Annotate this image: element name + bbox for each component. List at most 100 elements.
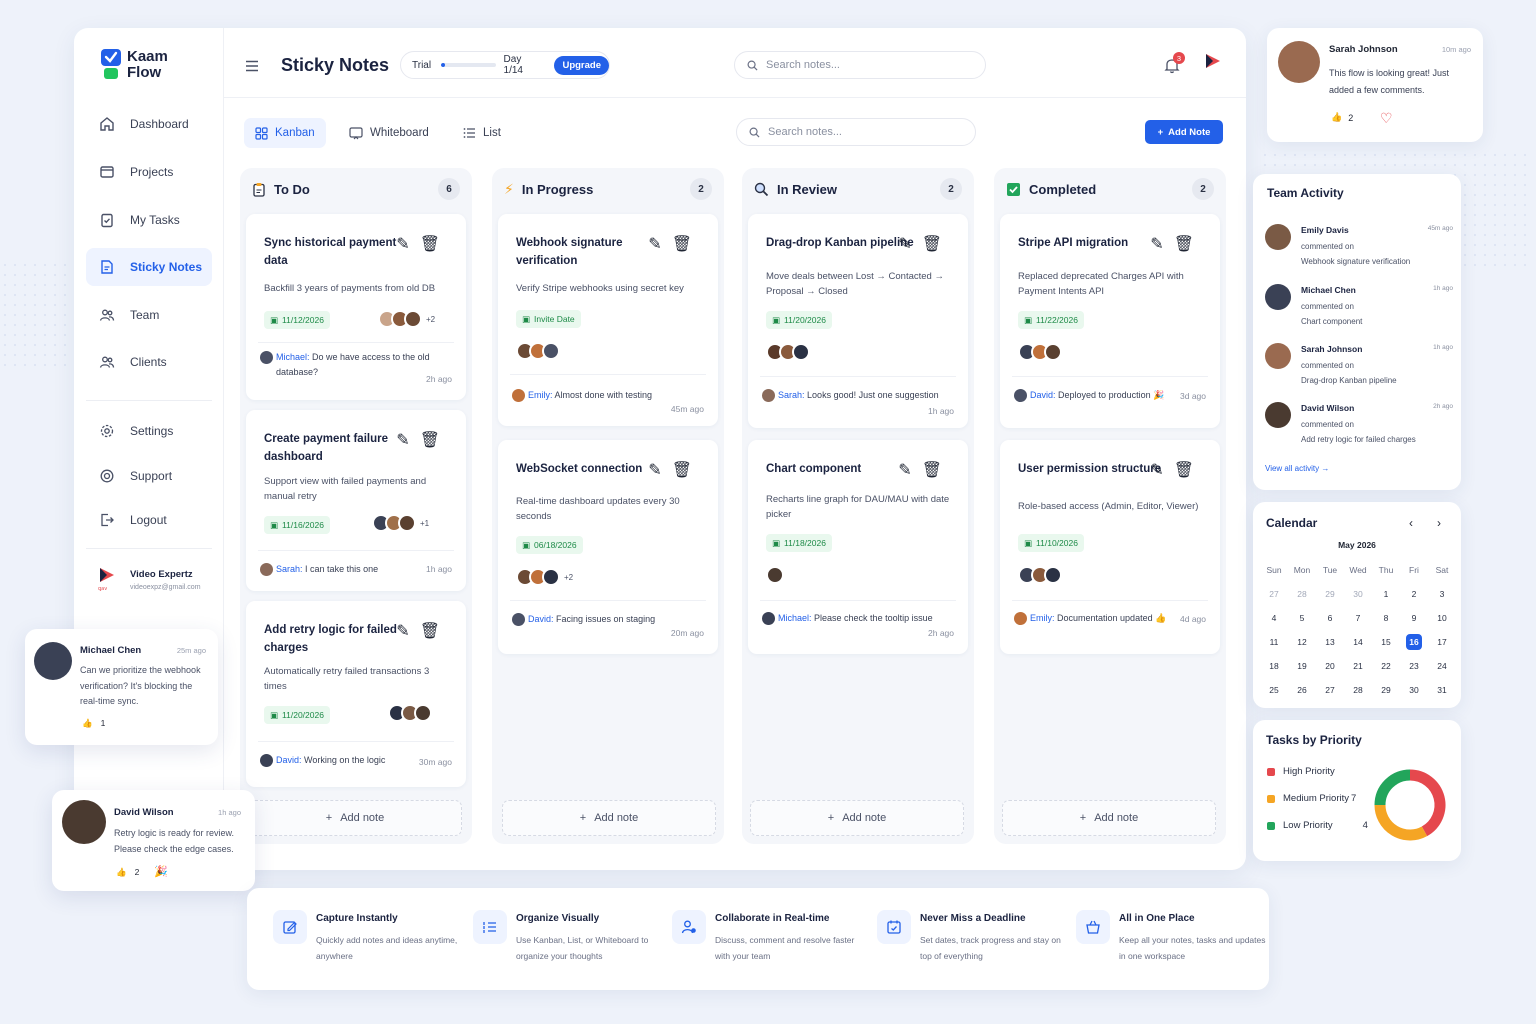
sidebar-item-projects[interactable]: Projects bbox=[86, 153, 212, 191]
note-card[interactable]: Sync historical payment data ✎ 🗑 Backfill… bbox=[246, 214, 466, 400]
trash-icon[interactable]: 🗑 bbox=[672, 234, 692, 254]
note-card[interactable]: Webhook signature verification ✎ 🗑 Verify… bbox=[498, 214, 718, 426]
activity-target: Drag-drop Kanban pipeline bbox=[1301, 376, 1397, 385]
calendar-day[interactable]: 8 bbox=[1372, 610, 1400, 626]
edit-icon[interactable]: ✎ bbox=[396, 621, 409, 641]
calendar-day[interactable]: 9 bbox=[1400, 610, 1428, 626]
calendar-day[interactable]: 12 bbox=[1288, 634, 1316, 650]
board-search-input[interactable]: Search notes... bbox=[736, 118, 976, 146]
chevron-right-icon[interactable]: › bbox=[1437, 516, 1441, 530]
heart-icon[interactable]: ♡ bbox=[1380, 110, 1393, 127]
like-button[interactable]: 👍 2 bbox=[1331, 112, 1353, 123]
add-note-button[interactable]: + Add note bbox=[248, 800, 462, 836]
calendar-day[interactable]: 16 bbox=[1406, 634, 1422, 650]
calendar-panel: Calendar ‹ › May 2026 Sun Mon Tue Wed Thu Fri… bbox=[1253, 502, 1461, 708]
calendar-day[interactable]: 30 bbox=[1400, 682, 1428, 698]
trash-icon[interactable]: 🗑 bbox=[420, 430, 440, 450]
calendar-day[interactable]: 1 bbox=[1372, 586, 1400, 602]
calendar-day[interactable]: 24 bbox=[1428, 658, 1456, 674]
sidebar-item-team[interactable]: Team bbox=[86, 296, 212, 334]
calendar-day[interactable]: 22 bbox=[1372, 658, 1400, 674]
calendar-day[interactable]: 19 bbox=[1288, 658, 1316, 674]
calendar-day[interactable]: 29 bbox=[1316, 586, 1344, 602]
trash-icon[interactable]: 🗑 bbox=[672, 460, 692, 480]
calendar-day[interactable]: 28 bbox=[1344, 682, 1372, 698]
add-note-button[interactable]: + Add Note bbox=[1145, 120, 1223, 144]
calendar-day[interactable]: 5 bbox=[1288, 610, 1316, 626]
note-card[interactable]: Drag-drop Kanban pipeline ✎ 🗑 Move deals … bbox=[748, 214, 968, 428]
sidebar-item-dashboard[interactable]: Dashboard bbox=[86, 105, 212, 143]
calendar-day[interactable]: 14 bbox=[1344, 634, 1372, 650]
calendar-day[interactable]: 28 bbox=[1288, 586, 1316, 602]
upgrade-button[interactable]: Upgrade bbox=[554, 55, 609, 75]
account-avatar[interactable] bbox=[1204, 52, 1222, 78]
edit-icon[interactable]: ✎ bbox=[648, 460, 661, 480]
view-all-activity-link[interactable]: View all activity → bbox=[1265, 464, 1329, 473]
calendar-day[interactable]: 26 bbox=[1288, 682, 1316, 698]
note-card[interactable]: Chart component ✎ 🗑 Recharts line graph f… bbox=[748, 440, 968, 654]
calendar-day[interactable]: 21 bbox=[1344, 658, 1372, 674]
tab-list[interactable]: List bbox=[452, 118, 512, 148]
calendar-day[interactable]: 23 bbox=[1400, 658, 1428, 674]
edit-icon[interactable]: ✎ bbox=[1150, 460, 1163, 480]
edit-icon[interactable]: ✎ bbox=[1150, 234, 1163, 254]
like-button[interactable]: 👍 1 bbox=[82, 718, 105, 729]
chevron-left-icon[interactable]: ‹ bbox=[1409, 516, 1413, 530]
add-note-button[interactable]: + Add note bbox=[502, 800, 716, 836]
sidebar-item-settings[interactable]: Settings bbox=[86, 412, 212, 450]
trash-icon[interactable]: 🗑 bbox=[922, 460, 942, 480]
sidebar-item-sticky-notes[interactable]: Sticky Notes bbox=[86, 248, 212, 286]
trash-icon[interactable]: 🗑 bbox=[922, 234, 942, 254]
note-card[interactable]: Add retry logic for failed charges ✎ 🗑 Au… bbox=[246, 601, 466, 787]
header-search-input[interactable]: Search notes... bbox=[734, 51, 986, 79]
calendar-day[interactable]: 31 bbox=[1428, 682, 1456, 698]
trash-icon[interactable]: 🗑 bbox=[1174, 460, 1194, 480]
sidebar-item-support[interactable]: Support bbox=[86, 457, 212, 495]
calendar-day[interactable]: 25 bbox=[1260, 682, 1288, 698]
calendar-day[interactable]: 2 bbox=[1400, 586, 1428, 602]
edit-icon[interactable]: ✎ bbox=[648, 234, 661, 254]
calendar-day[interactable]: 20 bbox=[1316, 658, 1344, 674]
note-card[interactable]: Create payment failure dashboard ✎ 🗑 Supp… bbox=[246, 410, 466, 591]
sidebar-item-clients[interactable]: Clients bbox=[86, 343, 212, 381]
note-card[interactable]: User permission structure ✎ 🗑 Role-based … bbox=[1000, 440, 1220, 654]
calendar-day[interactable]: 27 bbox=[1316, 682, 1344, 698]
home-icon bbox=[98, 115, 116, 133]
edit-icon[interactable]: ✎ bbox=[396, 234, 409, 254]
note-description: Backfill 3 years of payments from old DB bbox=[264, 283, 436, 294]
like-button[interactable]: 👍 2 bbox=[116, 867, 139, 878]
comment-time: 2h ago bbox=[928, 628, 954, 638]
calendar-day[interactable]: 13 bbox=[1316, 634, 1344, 650]
menu-icon[interactable] bbox=[245, 59, 259, 77]
calendar-day[interactable]: 10 bbox=[1428, 610, 1456, 626]
note-card[interactable]: Stripe API migration ✎ 🗑 Replaced depreca… bbox=[1000, 214, 1220, 428]
edit-icon[interactable]: ✎ bbox=[898, 234, 911, 254]
tab-kanban[interactable]: Kanban bbox=[244, 118, 326, 148]
tab-whiteboard[interactable]: Whiteboard bbox=[338, 118, 440, 148]
edit-icon[interactable]: ✎ bbox=[396, 430, 409, 450]
add-note-button[interactable]: + Add note bbox=[750, 800, 964, 836]
calendar-day[interactable]: 17 bbox=[1428, 634, 1456, 650]
note-card[interactable]: WebSocket connection ✎ 🗑 Real-time dashbo… bbox=[498, 440, 718, 654]
sidebar-item-logout[interactable]: Logout bbox=[86, 501, 212, 539]
calendar-day[interactable]: 7 bbox=[1344, 610, 1372, 626]
add-note-button[interactable]: + Add note bbox=[1002, 800, 1216, 836]
comment-author: Emily: bbox=[1030, 613, 1055, 623]
calendar-day[interactable]: 27 bbox=[1260, 586, 1288, 602]
calendar-day[interactable]: 29 bbox=[1372, 682, 1400, 698]
trash-icon[interactable]: 🗑 bbox=[420, 234, 440, 254]
trash-icon[interactable]: 🗑 bbox=[420, 621, 440, 641]
avatar bbox=[1265, 224, 1291, 250]
sidebar-item-my-tasks[interactable]: My Tasks bbox=[86, 201, 212, 239]
calendar-day[interactable]: 15 bbox=[1372, 634, 1400, 650]
edit-icon[interactable]: ✎ bbox=[898, 460, 911, 480]
due-date-tag: ▣ 11/10/2026 bbox=[1018, 534, 1084, 552]
calendar-day[interactable]: 6 bbox=[1316, 610, 1344, 626]
calendar-day[interactable]: 18 bbox=[1260, 658, 1288, 674]
calendar-day[interactable]: 3 bbox=[1428, 586, 1456, 602]
activity-target: Webhook signature verification bbox=[1301, 257, 1411, 266]
calendar-day[interactable]: 11 bbox=[1260, 634, 1288, 650]
calendar-day[interactable]: 30 bbox=[1344, 586, 1372, 602]
calendar-day[interactable]: 4 bbox=[1260, 610, 1288, 626]
trash-icon[interactable]: 🗑 bbox=[1174, 234, 1194, 254]
